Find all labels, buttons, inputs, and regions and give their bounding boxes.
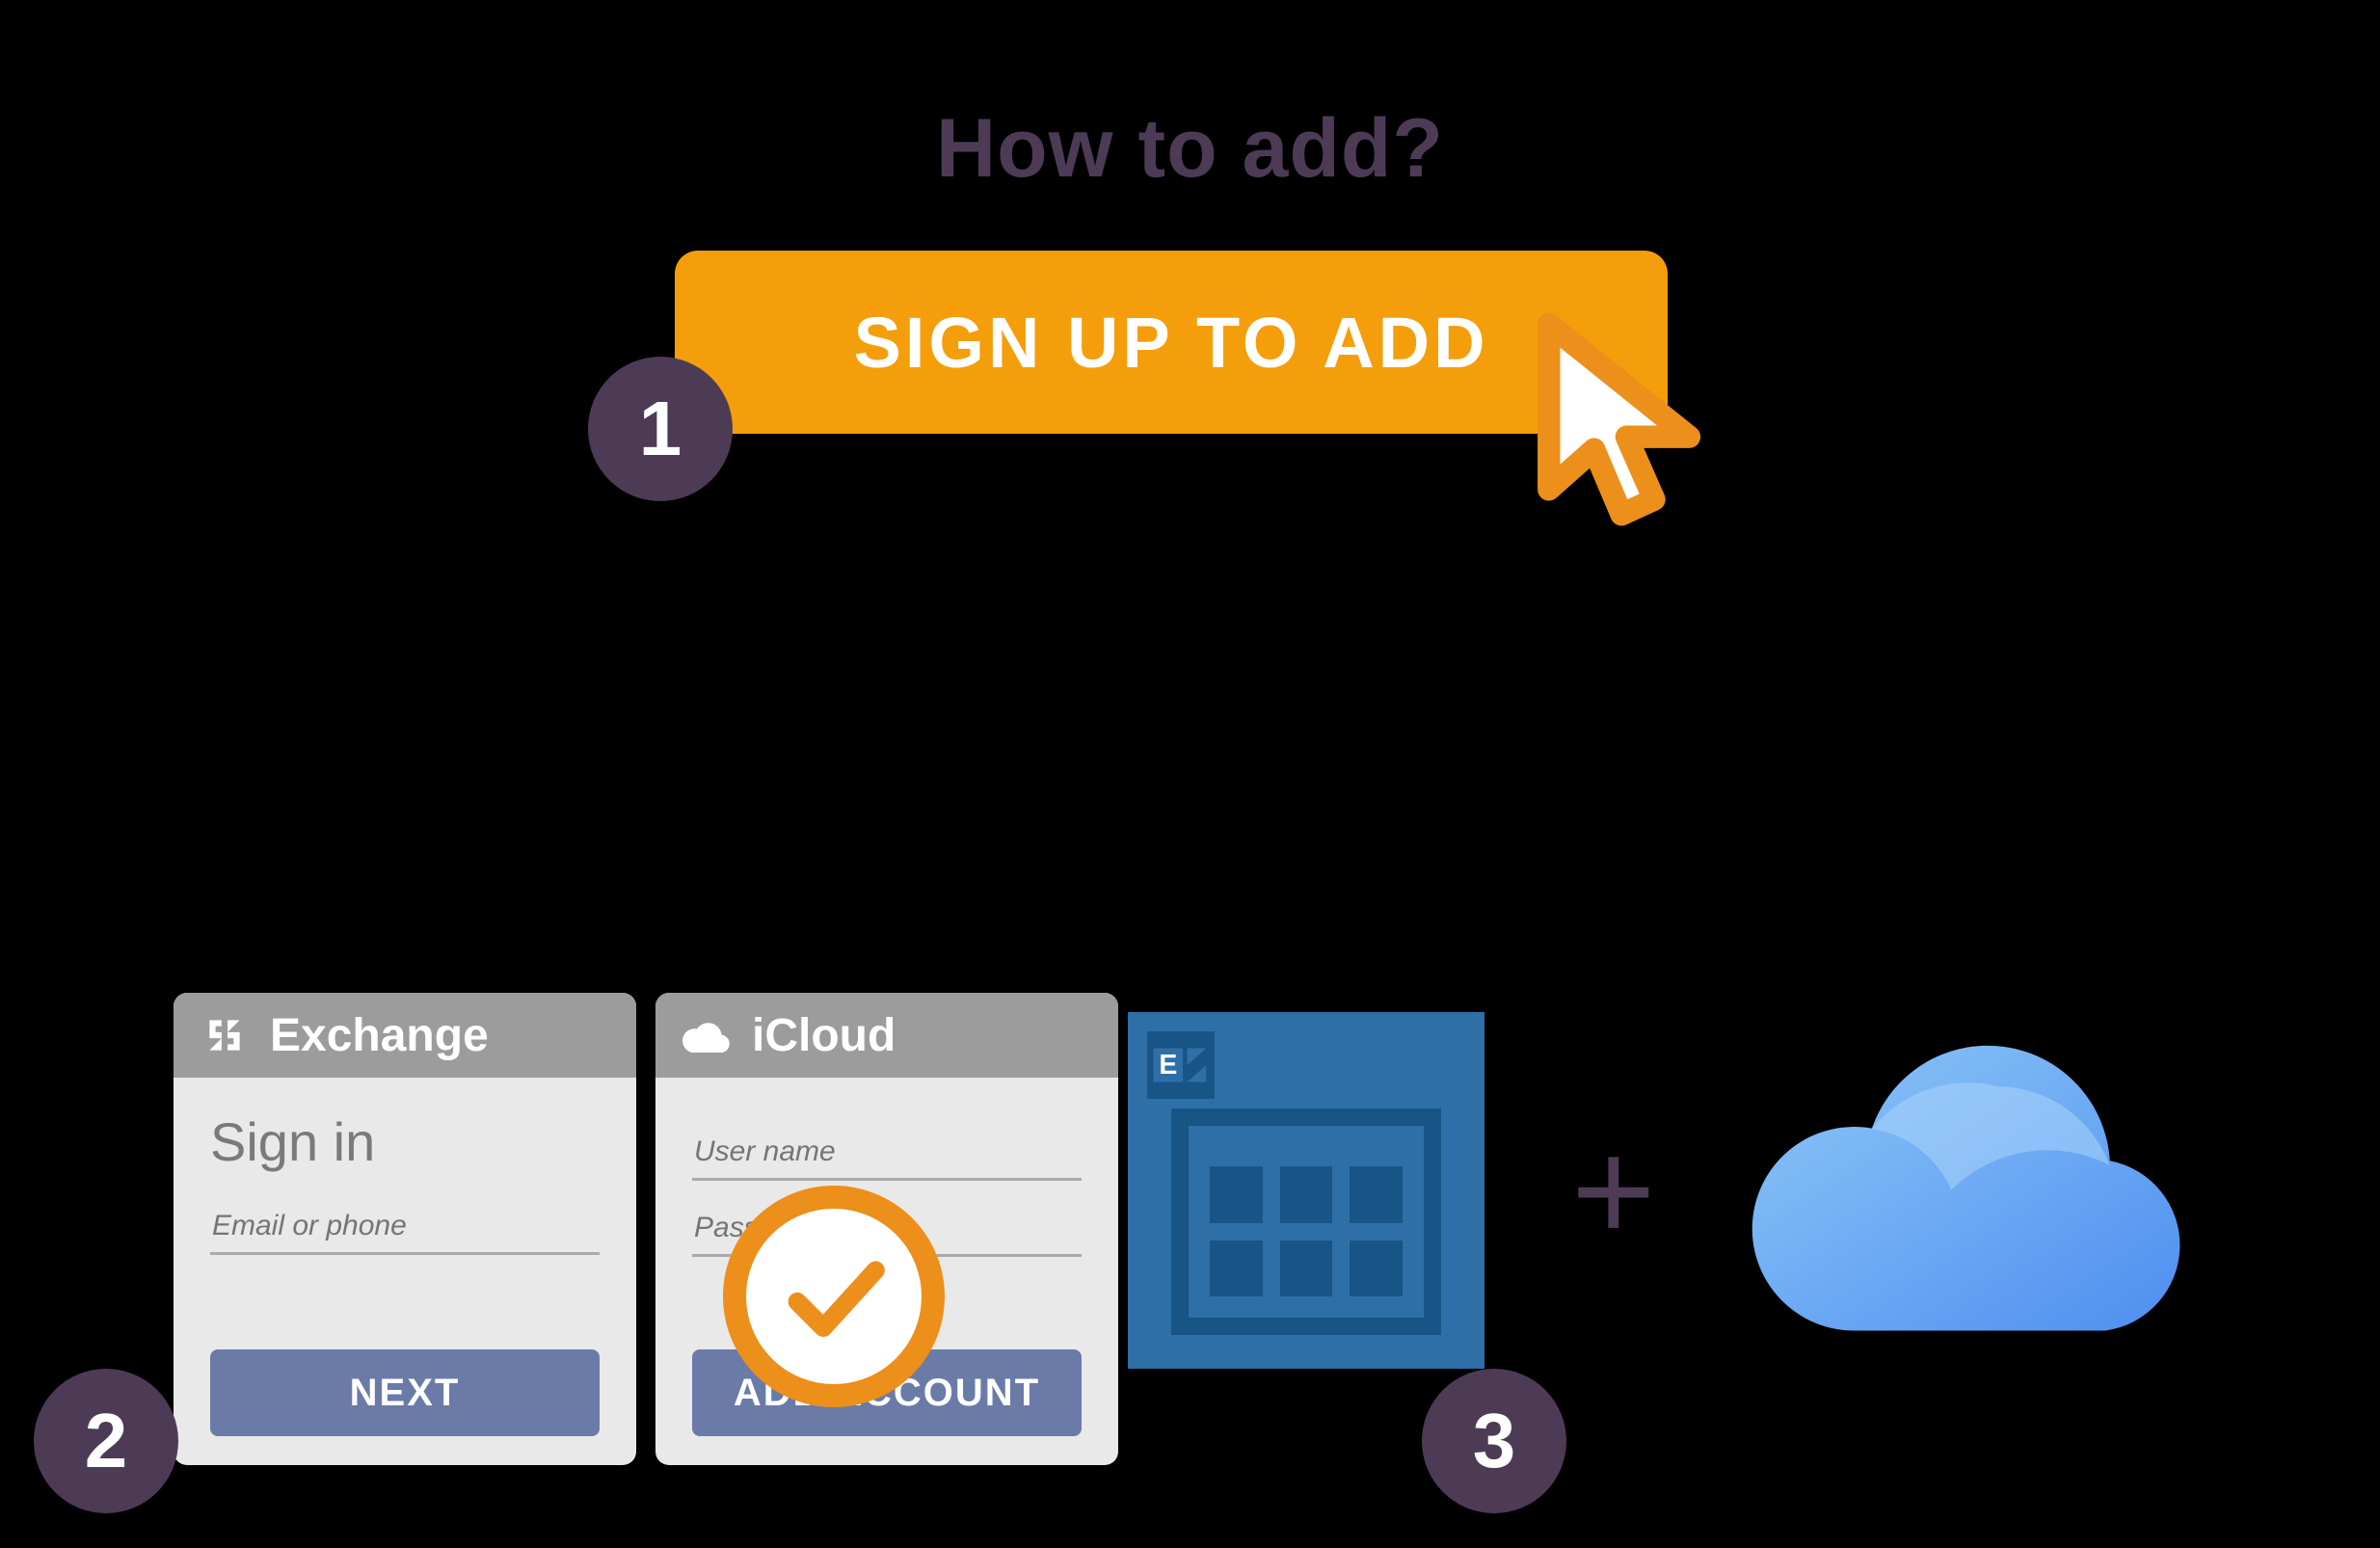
exchange-email-input[interactable] [210,1200,600,1255]
step-1: SIGN UP TO ADD 1 [675,251,1668,434]
exchange-icon [201,1011,249,1059]
sign-up-button[interactable]: SIGN UP TO ADD [675,251,1668,434]
checkmark-icon [771,1234,896,1359]
icloud-large-icon [1743,1036,2196,1345]
icloud-card-header: iCloud [655,993,1118,1078]
svg-text:E: E [1159,1050,1177,1081]
exchange-mini-logo-icon: E [1147,1031,1215,1099]
step-badge-1: 1 [588,357,733,501]
page-title: How to add? [0,101,2380,197]
checkmark-badge [723,1186,945,1407]
step-badge-3: 3 [1422,1369,1566,1513]
step-badge-1-label: 1 [639,385,682,473]
plus-icon: + [1571,1118,1656,1263]
exchange-card-title: Exchange [270,1009,489,1062]
exchange-card-header: Exchange [174,993,636,1078]
step-badge-2-label: 2 [85,1397,128,1485]
step-badge-2: 2 [34,1369,178,1513]
step-badge-3-label: 3 [1473,1397,1516,1485]
icloud-username-input[interactable] [692,1126,1082,1181]
exchange-next-button-label: NEXT [350,1372,461,1414]
icloud-card-title: iCloud [752,1009,896,1062]
exchange-calendar-icon: E [1128,1012,1484,1369]
step-2: Exchange Sign in NEXT iCloud ADD ACCOUNT [174,993,1118,1465]
cursor-icon [1504,294,1754,545]
exchange-next-button[interactable]: NEXT [210,1349,600,1436]
step-3: E + [1128,1012,2196,1369]
sign-up-button-label: SIGN UP TO ADD [853,302,1488,384]
exchange-card: Exchange Sign in NEXT [174,993,636,1465]
exchange-sign-in-heading: Sign in [210,1110,600,1173]
cloud-icon [682,1011,731,1059]
